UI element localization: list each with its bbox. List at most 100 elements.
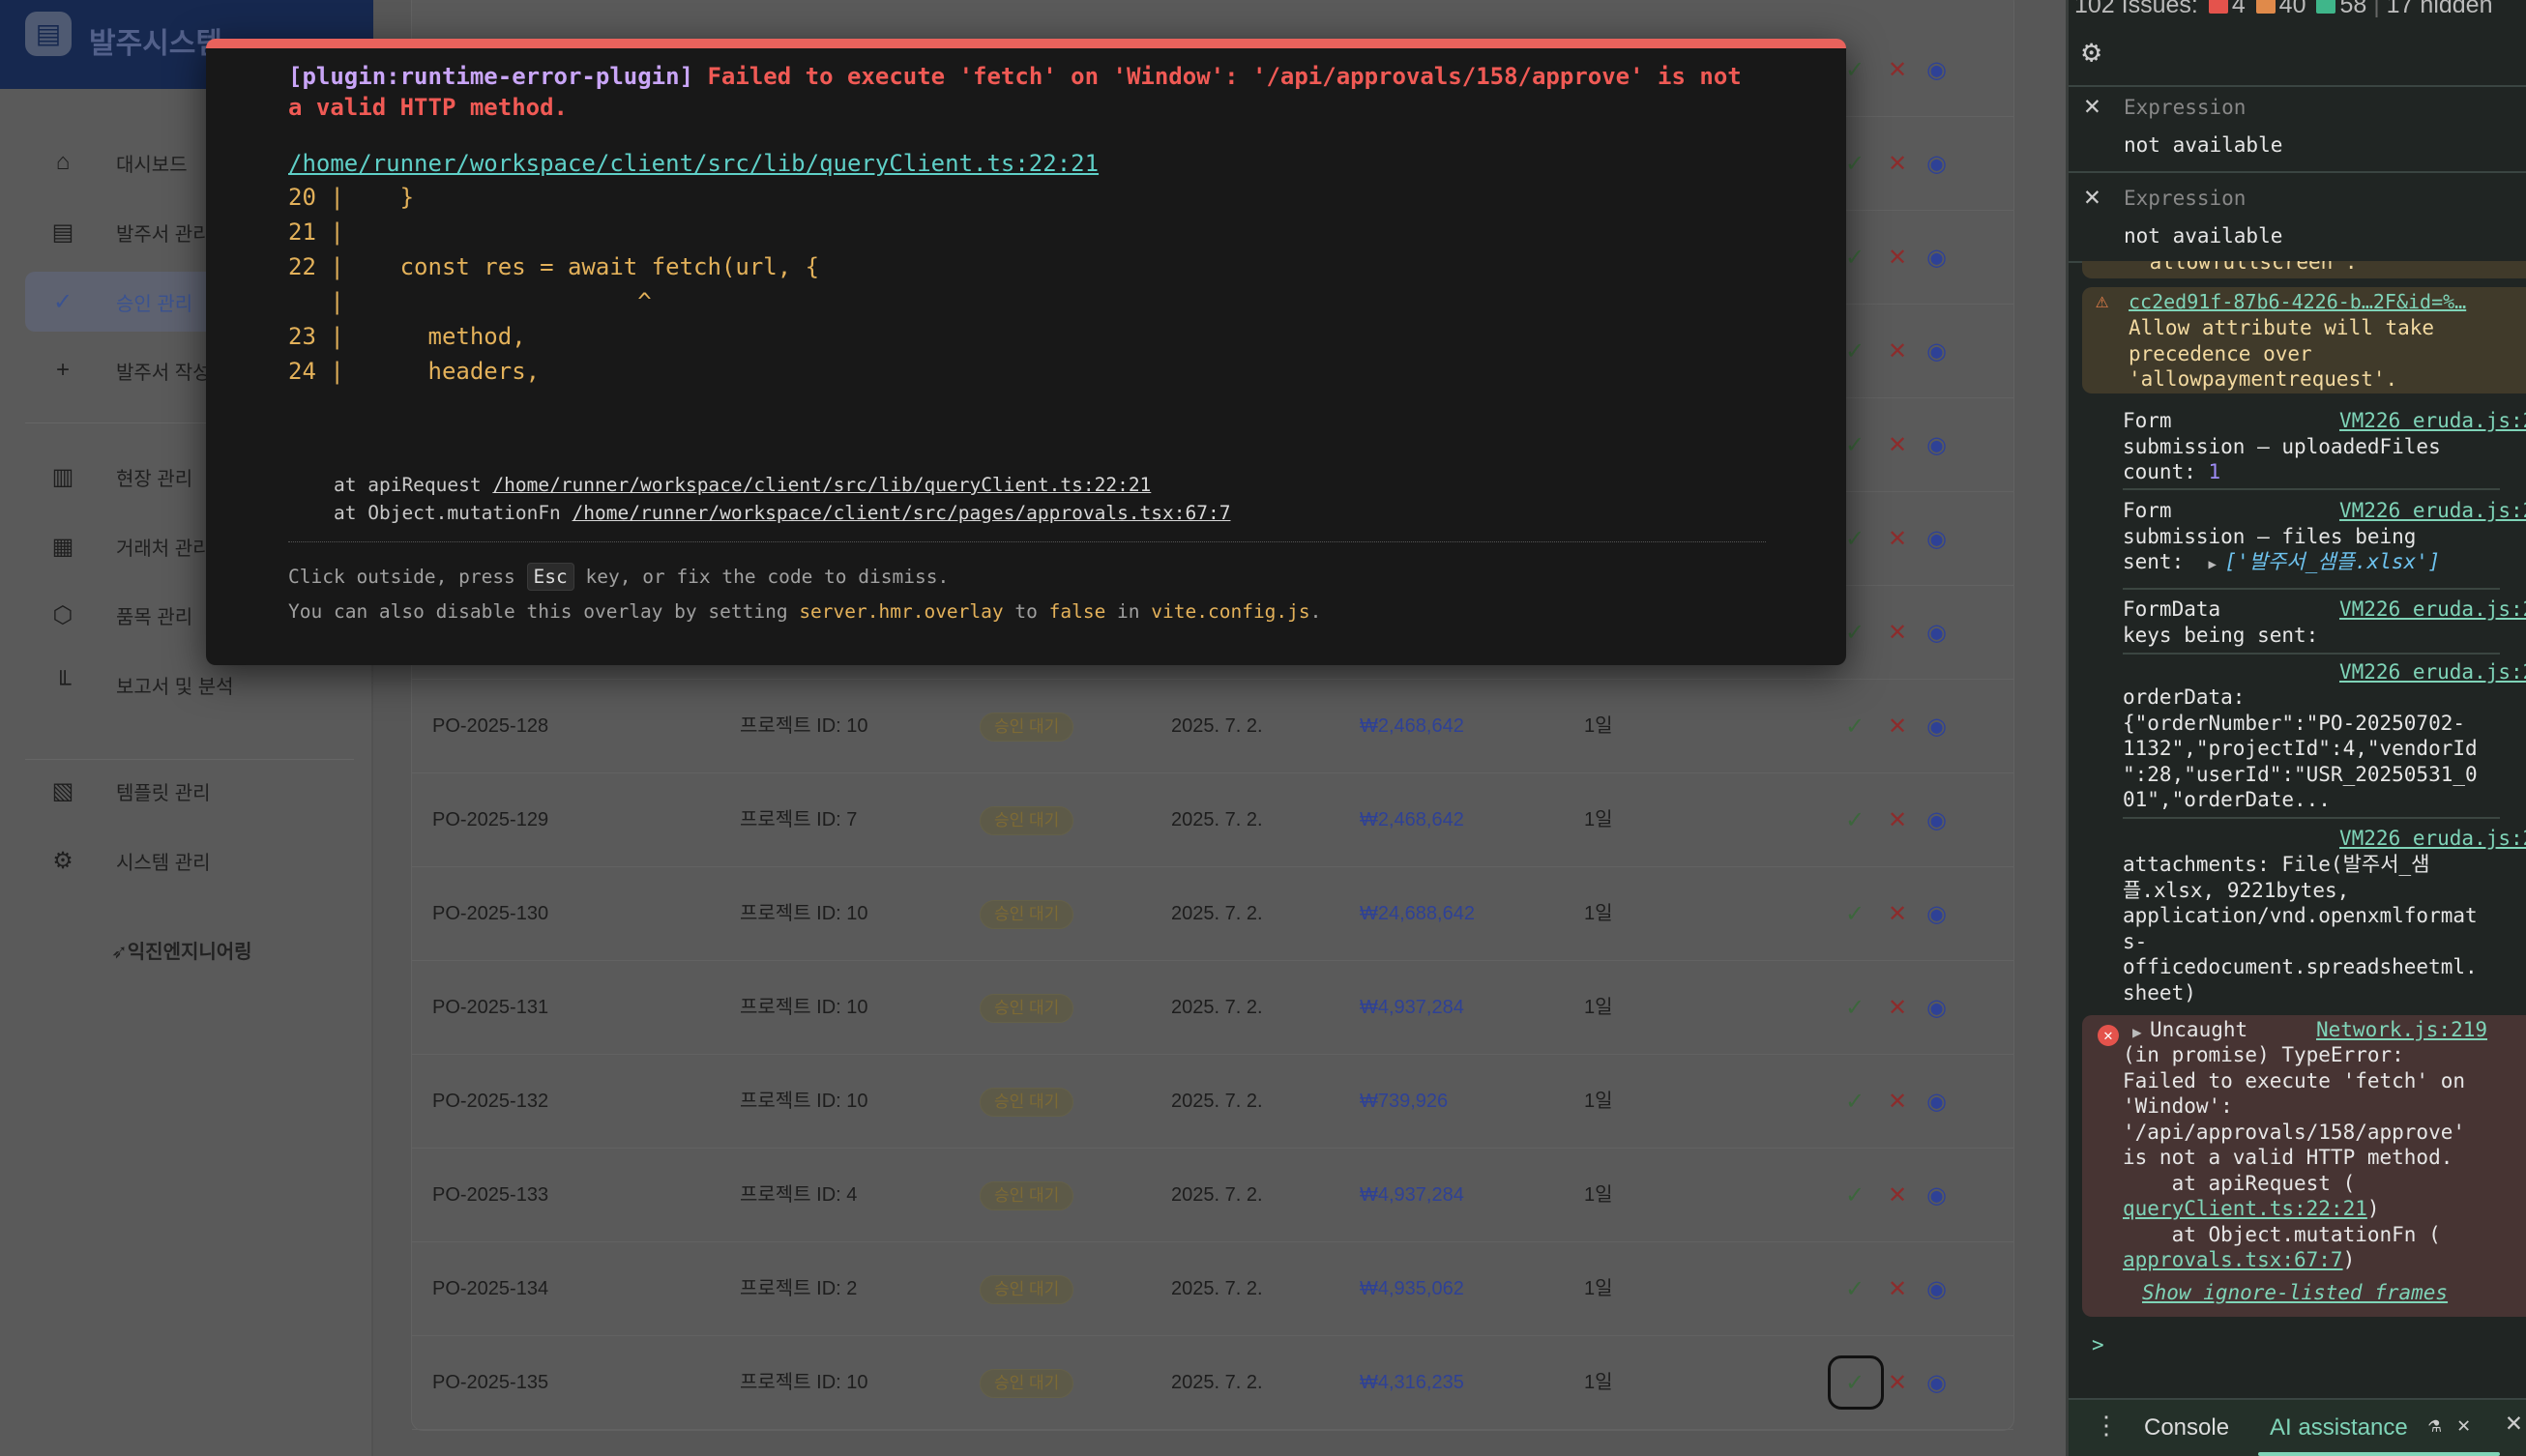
approve-check-icon[interactable]: ✓	[1845, 117, 1865, 211]
expression-value: not available	[2124, 224, 2283, 248]
tab-console[interactable]: Console	[2144, 1414, 2229, 1441]
reject-x-icon[interactable]: ✕	[1888, 1149, 1907, 1242]
console-prompt[interactable]: >	[2092, 1332, 2104, 1358]
stack-link[interactable]: /home/runner/workspace/client/src/pages/…	[573, 502, 1231, 524]
error-file-link[interactable]: /home/runner/workspace/client/src/lib/qu…	[288, 150, 1099, 177]
approve-check-icon[interactable]: ✓	[1845, 680, 1865, 773]
company-name: 익진엔지니어링	[127, 942, 252, 963]
error-head[interactable]: Uncaught	[2150, 1017, 2247, 1043]
po-number[interactable]: PO-2025-131	[432, 961, 548, 1055]
show-ignore-listed-frames-link[interactable]: Show ignore-listed frames	[2142, 1280, 2448, 1306]
expression-label[interactable]: Expression	[2124, 95, 2246, 121]
stack-link[interactable]: queryClient.ts:22:21	[2123, 1197, 2367, 1220]
log-message: orderData: {"orderNumber":"PO-20250702- …	[2123, 684, 2478, 813]
po-number[interactable]: PO-2025-130	[432, 867, 548, 961]
approve-check-icon[interactable]: ✓	[1845, 211, 1865, 305]
view-eye-icon[interactable]: ◉	[1926, 492, 1947, 586]
po-number[interactable]: PO-2025-135	[432, 1336, 548, 1430]
reject-x-icon[interactable]: ✕	[1888, 1336, 1907, 1430]
view-eye-icon[interactable]: ◉	[1926, 1149, 1947, 1242]
reject-x-icon[interactable]: ✕	[1888, 492, 1907, 586]
view-eye-icon[interactable]: ◉	[1926, 1336, 1947, 1430]
devtools-panel: 102 Issues: 4 40 58 | 17 hidden ⚙ ✕ Expr…	[2066, 0, 2526, 1456]
reject-x-icon[interactable]: ✕	[1888, 117, 1907, 211]
po-number[interactable]: PO-2025-132	[432, 1055, 548, 1149]
view-eye-icon[interactable]: ◉	[1926, 211, 1947, 305]
view-eye-icon[interactable]: ◉	[1926, 398, 1947, 492]
reject-x-icon[interactable]: ✕	[1888, 773, 1907, 867]
error-overlay[interactable]: [plugin:runtime-error-plugin] Failed to …	[206, 39, 1846, 665]
view-eye-icon[interactable]: ◉	[1926, 867, 1947, 961]
po-number[interactable]: PO-2025-133	[432, 1149, 548, 1242]
po-number[interactable]: PO-2025-128	[432, 680, 548, 773]
close-tab-icon[interactable]: ✕	[2457, 1413, 2470, 1440]
more-icon[interactable]: ⋮	[2094, 1413, 2119, 1440]
approve-check-icon[interactable]: ✓	[1845, 23, 1865, 117]
stack-link[interactable]: /home/runner/workspace/client/src/lib/qu…	[492, 474, 1151, 496]
error-source-link[interactable]: Network.js:219	[2316, 1017, 2487, 1043]
approve-check-icon[interactable]: ✓	[1845, 773, 1865, 867]
po-number[interactable]: PO-2025-129	[432, 773, 548, 867]
approve-check-icon[interactable]: ✓	[1845, 1055, 1865, 1149]
po-number[interactable]: PO-2025-134	[432, 1242, 548, 1336]
tab-ai-assistance[interactable]: AI assistance	[2270, 1414, 2408, 1441]
reject-x-icon[interactable]: ✕	[1888, 211, 1907, 305]
log-source-link[interactable]: VM226 eruda.js:2	[2339, 826, 2526, 852]
issues-bar[interactable]: 102 Issues: 4 40 58 | 17 hidden	[2074, 0, 2492, 18]
view-eye-icon[interactable]: ◉	[1926, 1242, 1947, 1336]
stack-link[interactable]: approvals.tsx:67:7	[2123, 1248, 2343, 1271]
waiting-days: 1일	[1584, 715, 1613, 737]
reject-x-icon[interactable]: ✕	[1888, 961, 1907, 1055]
expression-label[interactable]: Expression	[2124, 186, 2246, 212]
approve-check-icon[interactable]: ✓	[1845, 305, 1865, 398]
close-drawer-icon[interactable]: ✕	[2506, 1409, 2522, 1436]
reject-x-icon[interactable]: ✕	[1888, 1055, 1907, 1149]
approve-check-icon[interactable]: ✓	[1845, 1242, 1865, 1336]
log-source-link[interactable]: VM226 eruda.js:2	[2339, 659, 2526, 685]
reject-x-icon[interactable]: ✕	[1888, 680, 1907, 773]
approve-check-icon[interactable]: ✓	[1845, 398, 1865, 492]
reject-x-icon[interactable]: ✕	[1888, 305, 1907, 398]
log-source-link[interactable]: VM226 eruda.js:2	[2339, 597, 2526, 623]
reject-x-icon[interactable]: ✕	[1888, 23, 1907, 117]
divider	[25, 759, 354, 760]
close-icon[interactable]: ✕	[2084, 183, 2100, 210]
view-eye-icon[interactable]: ◉	[1926, 680, 1947, 773]
log-text: attachments: File(발주서_샘 플.xlsx, 9221byte…	[2123, 853, 2478, 1005]
view-eye-icon[interactable]: ◉	[1926, 586, 1947, 680]
gear-icon[interactable]: ⚙	[2082, 36, 2100, 66]
reject-x-icon[interactable]: ✕	[1888, 1242, 1907, 1336]
focused-approve-button[interactable]	[1828, 1355, 1884, 1410]
view-eye-icon[interactable]: ◉	[1926, 1055, 1947, 1149]
reject-x-icon[interactable]: ✕	[1888, 867, 1907, 961]
warning-link[interactable]: cc2ed91f-87b6-4226-b…2F&id=%…	[2129, 289, 2466, 315]
log-array[interactable]: ['발주서_샘플.xlsx']	[2224, 550, 2440, 573]
amount: ₩24,688,642	[1360, 903, 1475, 924]
warning-count: 40	[2278, 0, 2306, 18]
view-eye-icon[interactable]: ◉	[1926, 773, 1947, 867]
sidebar-item[interactable]: ⚙ 시스템 관리	[25, 830, 373, 890]
close-icon[interactable]: ✕	[2084, 92, 2100, 119]
approve-check-icon[interactable]: ✓	[1845, 867, 1865, 961]
approve-check-icon[interactable]: ✓	[1845, 586, 1865, 680]
divider	[2069, 171, 2526, 173]
view-eye-icon[interactable]: ◉	[1926, 305, 1947, 398]
reject-x-icon[interactable]: ✕	[1888, 398, 1907, 492]
sidebar-item[interactable]: ▧ 템플릿 관리	[25, 761, 373, 821]
office-icon: ▦	[51, 533, 74, 560]
view-eye-icon[interactable]: ◉	[1926, 961, 1947, 1055]
status-badge: 승인 대기	[980, 1275, 1074, 1304]
expand-triangle-icon[interactable]: ▶	[2209, 557, 2225, 572]
order-date: 2025. 7. 2.	[1171, 997, 1263, 1018]
log-message: Form submission – files being sent: ▶ ['…	[2123, 498, 2440, 578]
reject-x-icon[interactable]: ✕	[1888, 586, 1907, 680]
hidden-count: 17 hidden	[2386, 0, 2493, 18]
disable-hint: You can also disable this overlay by set…	[288, 600, 1321, 623]
warning-icon	[2255, 0, 2276, 15]
approve-check-icon[interactable]: ✓	[1845, 961, 1865, 1055]
approve-check-icon[interactable]: ✓	[1845, 492, 1865, 586]
expression-value: not available	[2124, 133, 2283, 157]
view-eye-icon[interactable]: ◉	[1926, 23, 1947, 117]
view-eye-icon[interactable]: ◉	[1926, 117, 1947, 211]
approve-check-icon[interactable]: ✓	[1845, 1149, 1865, 1242]
